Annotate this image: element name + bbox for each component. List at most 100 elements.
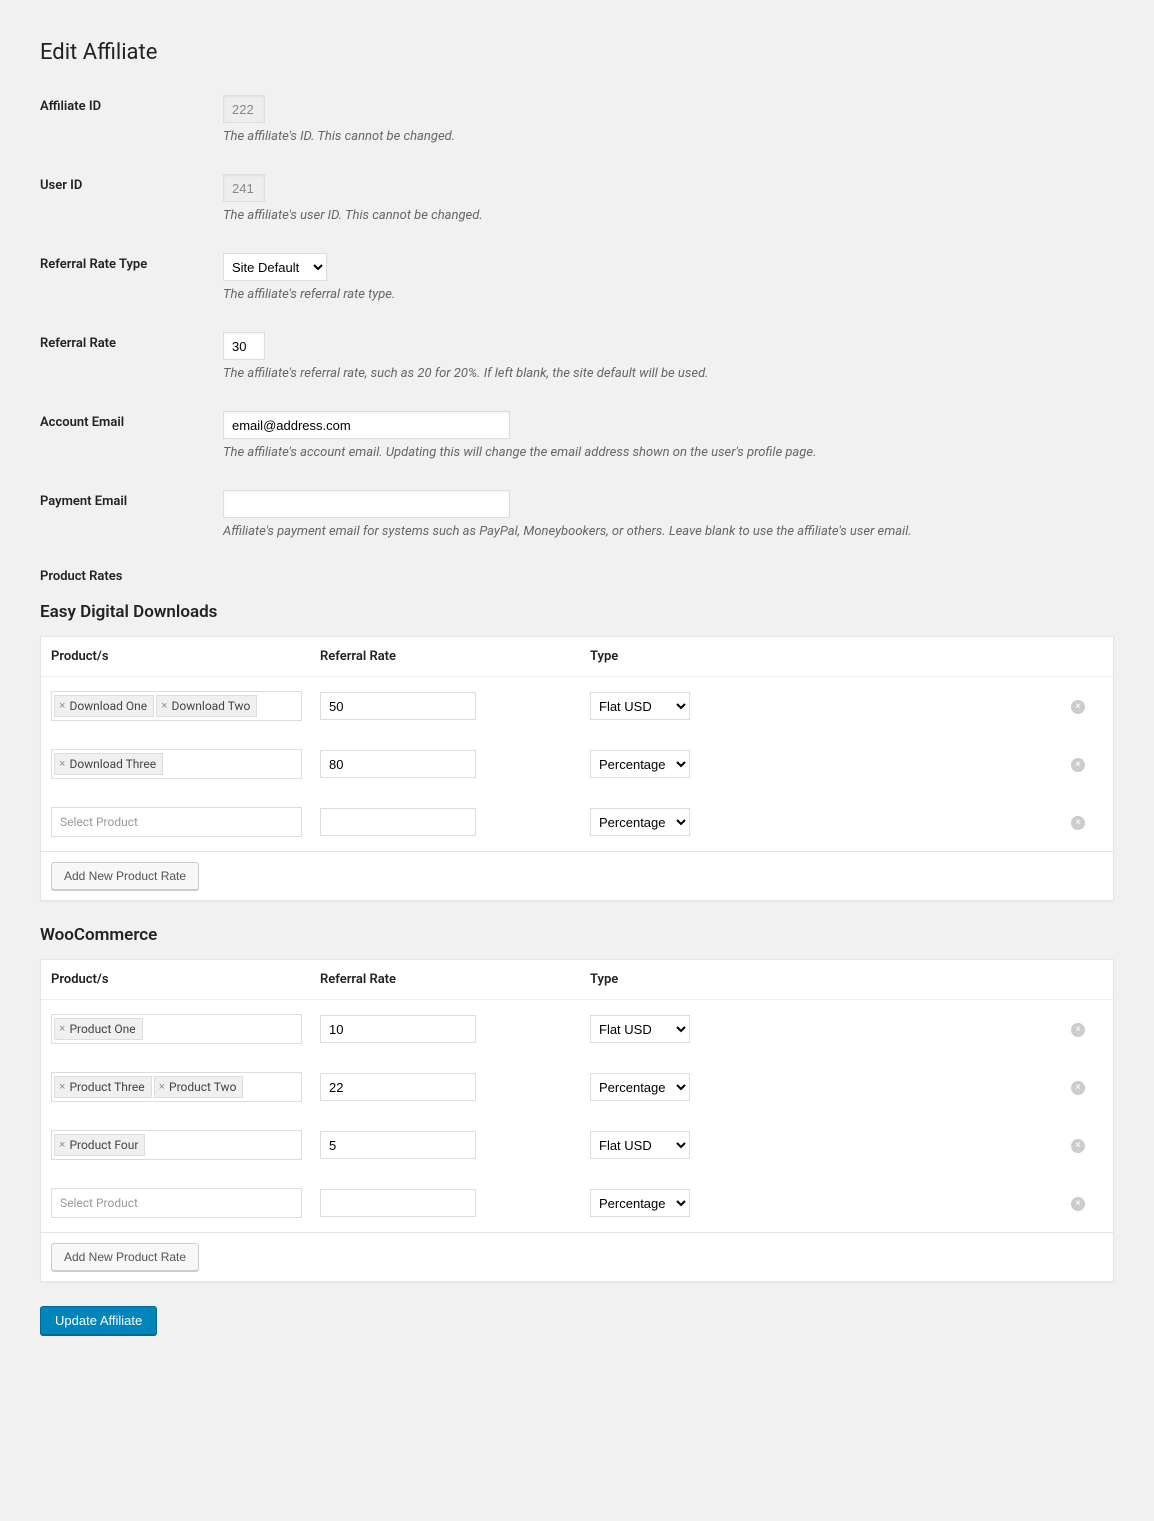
product-tag-label: Download Two [172,699,251,713]
referral-rate-input[interactable] [320,750,476,778]
rate-type-select[interactable]: Flat USD [590,1015,690,1043]
remove-tag-icon[interactable]: × [59,1081,65,1093]
section-title: Easy Digital Downloads [40,602,1114,622]
remove-tag-icon[interactable]: × [159,1081,165,1093]
rates-footer: Add New Product Rate [41,1233,1113,1281]
rate-type-select[interactable]: Flat USD [590,1131,690,1159]
product-tag-label: Product Three [69,1080,144,1094]
referral-rate-input[interactable] [320,1073,476,1101]
col-rate-header: Referral Rate [320,972,590,987]
section-title: WooCommerce [40,925,1114,945]
remove-row-icon[interactable]: × [1071,1139,1085,1153]
field-rate: Referral Rate The affiliate's referral r… [40,332,1114,381]
product-tag-label: Product One [69,1022,135,1036]
rates-row: × Download One × Download Two Flat USD × [41,677,1113,735]
product-placeholder: Select Product [54,811,144,833]
rate-input[interactable] [223,332,265,360]
account-email-input[interactable] [223,411,510,439]
product-tag: × Product Two [154,1076,244,1098]
affiliate-id-desc: The affiliate's ID. This cannot be chang… [223,129,1114,144]
payment-email-input[interactable] [223,490,510,518]
referral-rate-input[interactable] [320,808,476,836]
product-tag-input[interactable]: × Download One × Download Two [51,691,302,721]
rate-type-select[interactable]: Percentage (%) [590,1189,690,1217]
rate-type-select[interactable]: Site Default [223,253,327,281]
product-tag-input[interactable]: × Product Three × Product Two [51,1072,302,1102]
referral-rate-input[interactable] [320,692,476,720]
page-title: Edit Affiliate [40,40,1114,65]
referral-rate-input[interactable] [320,1189,476,1217]
field-user-id: User ID The affiliate's user ID. This ca… [40,174,1114,223]
product-tag: × Product Three [54,1076,152,1098]
remove-row-icon[interactable]: × [1071,816,1085,830]
remove-tag-icon[interactable]: × [59,758,65,770]
rates-header: Product/sReferral RateType [41,637,1113,677]
rate-type-desc: The affiliate's referral rate type. [223,287,1114,302]
remove-tag-icon[interactable]: × [59,1023,65,1035]
rate-label: Referral Rate [40,332,223,351]
remove-row-icon[interactable]: × [1071,700,1085,714]
col-type-header: Type [590,972,1103,987]
product-tag: × Product One [54,1018,143,1040]
add-product-rate-button[interactable]: Add New Product Rate [51,1243,199,1271]
field-rate-type: Referral Rate Type Site Default The affi… [40,253,1114,302]
account-email-desc: The affiliate's account email. Updating … [223,445,1114,460]
product-tag-input[interactable]: × Product Four [51,1130,302,1160]
user-id-label: User ID [40,174,223,193]
user-id-desc: The affiliate's user ID. This cannot be … [223,208,1114,223]
rates-row: × Product Three × Product Two Percentage (%)… [41,1058,1113,1116]
rate-type-select[interactable]: Flat USD [590,692,690,720]
field-affiliate-id: Affiliate ID The affiliate's ID. This ca… [40,95,1114,144]
product-tag: × Product Four [54,1134,145,1156]
remove-row-icon[interactable]: × [1071,1197,1085,1211]
rate-desc: The affiliate's referral rate, such as 2… [223,366,1114,381]
rates-table: Product/sReferral RateType × Product One Fl… [40,959,1114,1282]
field-account-email: Account Email The affiliate's account em… [40,411,1114,460]
product-tag-input[interactable]: × Product One [51,1014,302,1044]
rates-body: × Product One Flat USD × × Product Three × Prod… [41,1000,1113,1233]
col-product-header: Product/s [51,972,320,987]
referral-rate-input[interactable] [320,1015,476,1043]
product-tag-label: Download Three [69,757,156,771]
remove-row-icon[interactable]: × [1071,758,1085,772]
product-tag: × Download Two [156,695,257,717]
account-email-label: Account Email [40,411,223,430]
affiliate-id-label: Affiliate ID [40,95,223,114]
col-type-header: Type [590,649,1103,664]
referral-rate-input[interactable] [320,1131,476,1159]
rates-header: Product/sReferral RateType [41,960,1113,1000]
remove-tag-icon[interactable]: × [59,700,65,712]
product-rates-label: Product Rates [40,569,1114,584]
product-tag-input[interactable]: Select Product [51,1188,302,1218]
rates-footer: Add New Product Rate [41,852,1113,900]
rate-type-select[interactable]: Percentage (%) [590,808,690,836]
remove-tag-icon[interactable]: × [59,1139,65,1151]
product-tag: × Download One [54,695,154,717]
rates-table: Product/sReferral RateType×Download One×… [40,636,1114,901]
rate-type-select[interactable]: Percentage (%) [590,1073,690,1101]
remove-tag-icon[interactable]: × [161,700,167,712]
rates-row: Select Product Percentage (%) × [41,793,1113,851]
product-placeholder: Select Product [54,1192,144,1214]
add-product-rate-button[interactable]: Add New Product Rate [51,862,199,890]
product-tag: × Download Three [54,753,163,775]
field-payment-email: Payment Email Affiliate's payment email … [40,490,1114,539]
payment-email-desc: Affiliate's payment email for systems su… [223,524,1114,539]
product-tag-input[interactable]: Select Product [51,807,302,837]
product-tag-label: Product Four [69,1138,138,1152]
product-tag-input[interactable]: × Download Three [51,749,302,779]
payment-email-label: Payment Email [40,490,223,509]
remove-row-icon[interactable]: × [1071,1081,1085,1095]
rates-row: Select Product Percentage (%) × [41,1174,1113,1232]
remove-row-icon[interactable]: × [1071,1023,1085,1037]
affiliate-id-input [223,95,265,123]
product-tag-label: Product Two [169,1080,236,1094]
rate-type-select[interactable]: Percentage (%) [590,750,690,778]
rates-body: × Download One × Download Two Flat USD × × Down… [41,677,1113,852]
user-id-input [223,174,265,202]
product-tag-label: Download One [69,699,147,713]
col-product-header: Product/s [51,649,320,664]
col-rate-header: Referral Rate [320,649,590,664]
update-affiliate-button[interactable]: Update Affiliate [40,1306,157,1335]
rates-row: × Download Three Percentage (%) × [41,735,1113,793]
